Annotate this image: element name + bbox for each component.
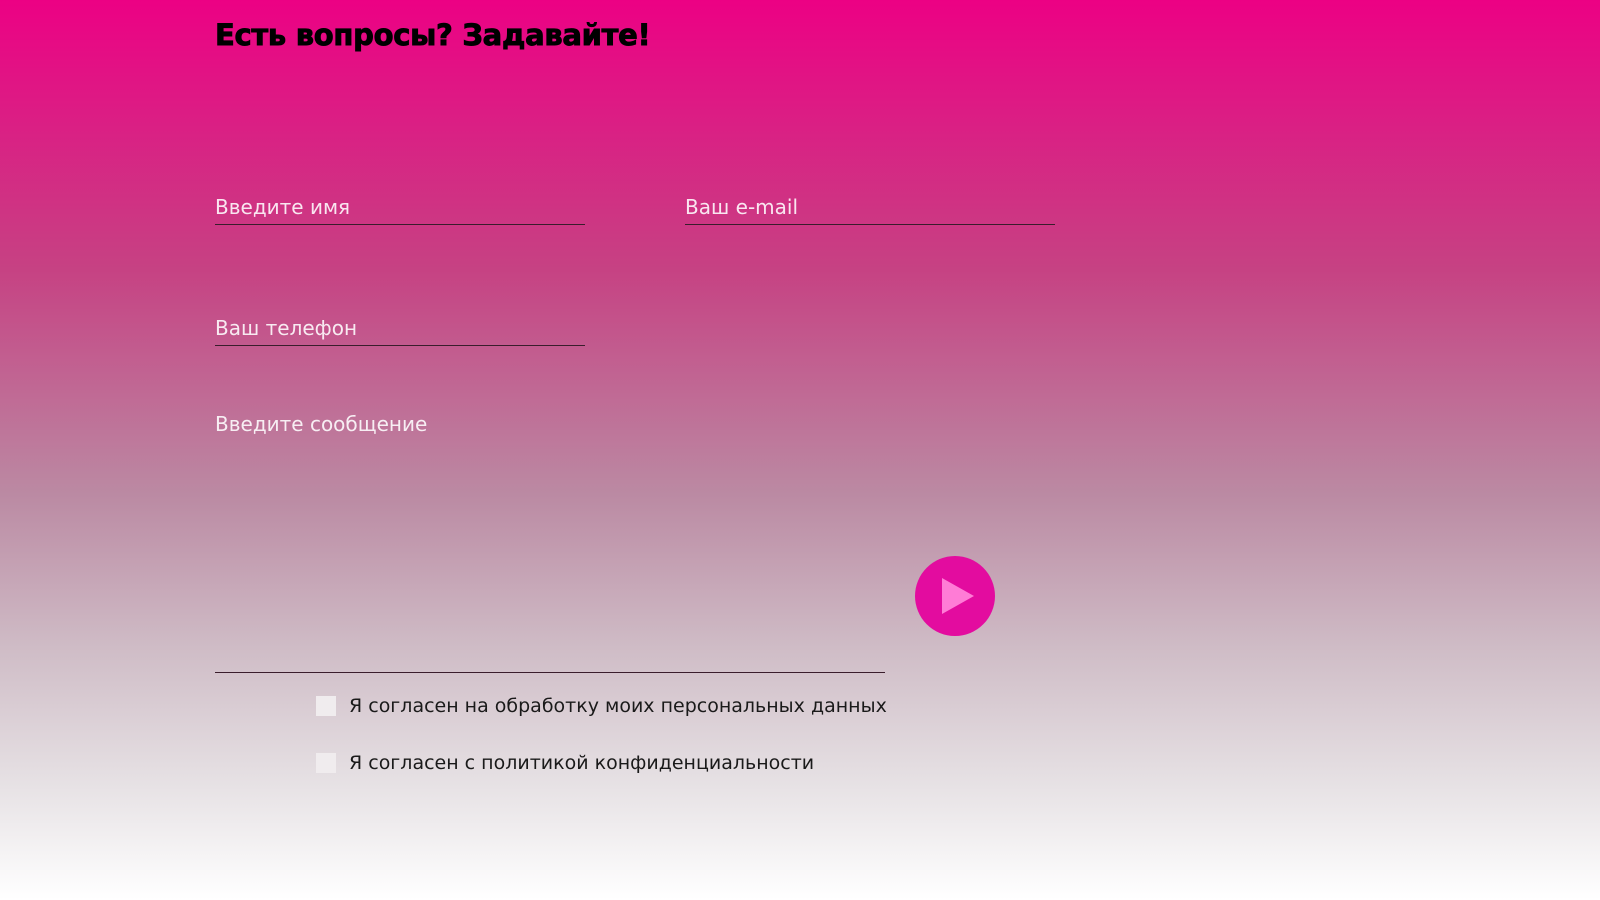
message-textarea[interactable] bbox=[215, 412, 885, 672]
email-field-wrapper bbox=[685, 190, 1055, 225]
name-field-wrapper bbox=[215, 190, 585, 225]
play-icon bbox=[942, 578, 974, 614]
phone-field-wrapper bbox=[215, 310, 585, 346]
message-field-wrapper bbox=[215, 412, 885, 673]
consent-personal-data-label: Я согласен на обработку моих персональны… bbox=[349, 695, 887, 717]
consent-privacy-policy-checkbox[interactable] bbox=[316, 753, 336, 773]
name-input[interactable] bbox=[215, 190, 585, 224]
consent-personal-data[interactable]: Я согласен на обработку моих персональны… bbox=[316, 695, 887, 717]
phone-input[interactable] bbox=[215, 310, 585, 345]
email-input[interactable] bbox=[685, 190, 1055, 224]
page-title: Есть вопросы? Задавайте! bbox=[215, 18, 652, 53]
consent-personal-data-checkbox[interactable] bbox=[316, 696, 336, 716]
consent-privacy-policy-label: Я согласен с политикой конфиденциальност… bbox=[349, 752, 815, 774]
send-button[interactable] bbox=[915, 556, 995, 636]
consent-privacy-policy[interactable]: Я согласен с политикой конфиденциальност… bbox=[316, 752, 814, 774]
